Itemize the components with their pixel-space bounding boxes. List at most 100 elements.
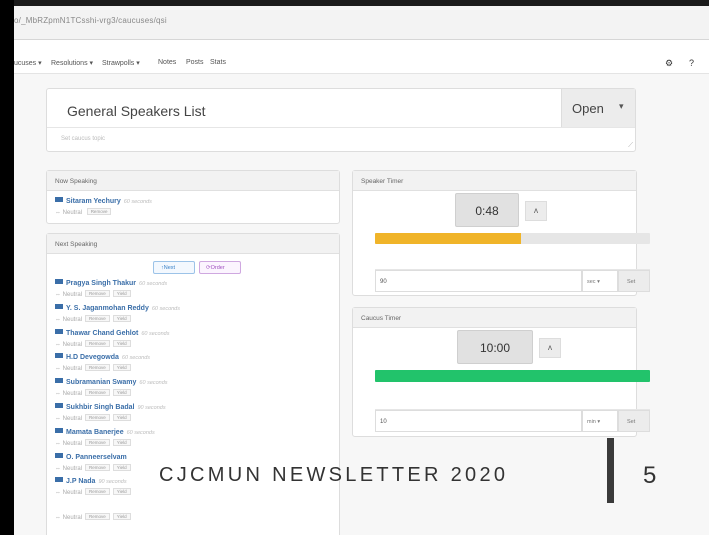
- remove-button[interactable]: Remove: [85, 463, 110, 471]
- divider: [47, 127, 635, 128]
- speaker-duration: 60 seconds: [126, 429, 155, 436]
- newsletter-caption: CJCMUN NEWSLETTER 2020: [159, 464, 509, 486]
- yield-button[interactable]: Yield: [112, 339, 131, 347]
- remove-button[interactable]: Remove: [85, 290, 110, 297]
- duration-input[interactable]: 10: [375, 410, 582, 432]
- yield-button[interactable]: Yield: [112, 314, 131, 322]
- progress-fill: [375, 233, 521, 244]
- speaker-duration: 60 seconds: [123, 199, 152, 205]
- chevron-down-icon: ▾: [619, 101, 624, 111]
- thumb-icon: ⇔: [55, 292, 61, 298]
- remove-button[interactable]: Remove: [85, 389, 110, 397]
- panel-heading: Now Speaking: [47, 171, 339, 191]
- next-speaker-button[interactable]: ↑Next: [153, 261, 195, 274]
- remove-button[interactable]: Remove: [85, 414, 110, 421]
- speaker-entry[interactable]: J.P Nada 90 seconds: [55, 477, 127, 485]
- timer-input-row: 90 sec ▾ Set: [375, 269, 650, 292]
- nav-caucuses[interactable]: ucuses ▾: [14, 59, 42, 67]
- speaker-meta: ⇔ Neutral Remove Yield: [55, 414, 131, 422]
- speaker-entry[interactable]: Pragya Singh Thakur 60 seconds: [55, 279, 167, 287]
- stance-label: Neutral: [62, 515, 83, 522]
- thumb-icon: ⇔: [55, 440, 61, 447]
- speaker-name: Pragya Singh Thakur: [66, 280, 137, 287]
- panel-heading: Speaker Timer: [353, 171, 636, 191]
- speaker-meta: ⇔ Neutral Remove Yield: [55, 513, 131, 521]
- set-button[interactable]: Set: [618, 270, 650, 292]
- topic-input[interactable]: Set caucus topic: [61, 136, 105, 142]
- flag-icon: [55, 378, 63, 384]
- speaker-entry[interactable]: Thawar Chand Gehlot 60 seconds: [55, 328, 169, 337]
- remove-button[interactable]: Remove: [85, 438, 110, 446]
- unit-select[interactable]: min ▾: [582, 410, 618, 432]
- settings-icon[interactable]: ⚙: [665, 58, 673, 69]
- remove-button[interactable]: Remove: [85, 488, 110, 496]
- speakers-list-header: General Speakers List Open ▾ Set caucus …: [46, 88, 636, 152]
- speaker-entry[interactable]: Y. S. Jaganmohan Reddy 60 seconds: [55, 303, 180, 312]
- stance-label: Neutral: [62, 210, 83, 216]
- speaker-meta: ⇔ Neutral Remove Yield: [55, 290, 131, 298]
- timer-toggle-button[interactable]: ʌ: [525, 201, 547, 221]
- nav-stats[interactable]: Stats: [210, 59, 226, 66]
- speaker-name: Subramanian Swamy: [66, 379, 137, 387]
- yield-button[interactable]: Yield: [112, 290, 131, 297]
- speaker-meta: ⇔ Neutral Remove Yield: [55, 314, 131, 323]
- remove-button[interactable]: Remove: [85, 339, 110, 347]
- speaker-timer-panel: Speaker Timer 0:48 ʌ 90 sec ▾ Set: [352, 170, 650, 296]
- speaker-meta: ⇔ Neutral Remove Yield: [55, 364, 131, 372]
- nav-strawpolls[interactable]: Strawpolls ▾: [102, 59, 140, 67]
- timer-display[interactable]: 10:00: [457, 330, 533, 364]
- speaker-entry[interactable]: Sukhbir Singh Badal 90 seconds: [55, 403, 166, 411]
- speaker-entry[interactable]: H.D Devegowda 60 seconds: [55, 353, 150, 361]
- nav-posts[interactable]: Posts: [186, 59, 204, 66]
- current-speaker[interactable]: Sitaram Yechury 60 seconds: [55, 197, 152, 205]
- speaker-meta: ⇔ Neutral Remove Yield: [55, 463, 131, 472]
- status-dropdown[interactable]: Open ▾: [561, 89, 635, 127]
- yield-button[interactable]: Yield: [112, 414, 131, 421]
- speaker-entry[interactable]: Subramanian Swamy 60 seconds: [55, 378, 168, 386]
- stance-label: Neutral: [62, 366, 83, 373]
- yield-button[interactable]: Yield: [112, 364, 131, 372]
- stance-label: Neutral: [62, 341, 83, 348]
- timer-toggle-button[interactable]: ʌ: [539, 338, 561, 358]
- speaker-name: J.P Nada: [66, 478, 96, 486]
- yield-button[interactable]: Yield: [112, 389, 131, 397]
- thumb-icon: ⇔: [55, 316, 61, 323]
- remove-button[interactable]: Remove: [85, 513, 110, 521]
- timer-display[interactable]: 0:48: [455, 193, 519, 227]
- speaker-meta: ⇔ Neutral Remove Yield: [55, 389, 131, 397]
- speaker-meta: ⇔ Neutral Remove: [55, 208, 112, 216]
- page-number: 5: [643, 462, 657, 489]
- browser-window: o/_MbRZpmN1TCsshi-vrg3/caucuses/qsi ucus…: [14, 0, 709, 535]
- nav-notes[interactable]: Notes: [158, 59, 176, 66]
- panel-heading: Next Speaking: [47, 234, 339, 254]
- remove-button[interactable]: Remove: [85, 314, 110, 322]
- remove-button[interactable]: Remove: [85, 364, 110, 372]
- yield-button[interactable]: Yield: [112, 438, 131, 446]
- unit-select[interactable]: sec ▾: [582, 270, 618, 292]
- yield-button[interactable]: Yield: [112, 463, 131, 471]
- help-icon[interactable]: ?: [689, 58, 694, 68]
- caption-divider: [607, 438, 614, 503]
- flag-icon: [55, 427, 63, 433]
- url-text[interactable]: o/_MbRZpmN1TCsshi-vrg3/caucuses/qsi: [14, 16, 167, 25]
- address-bar[interactable]: o/_MbRZpmN1TCsshi-vrg3/caucuses/qsi: [14, 6, 709, 40]
- caucus-timer-progress: [375, 370, 650, 382]
- speaker-entry[interactable]: Mamata Banerjee 60 seconds: [55, 427, 155, 436]
- remove-button[interactable]: Remove: [86, 208, 112, 215]
- flag-icon: [55, 477, 63, 483]
- thumb-icon: ⇔: [55, 341, 61, 348]
- yield-button[interactable]: Yield: [112, 513, 131, 521]
- resize-grip-icon[interactable]: ⟋: [628, 142, 633, 150]
- nav-resolutions[interactable]: Resolutions ▾: [51, 59, 93, 67]
- speaker-entry[interactable]: O. Panneerselvam: [55, 452, 130, 461]
- speaker-duration: 60 seconds: [139, 380, 168, 387]
- thumb-icon: ⇔: [55, 416, 61, 422]
- set-button[interactable]: Set: [618, 410, 650, 432]
- stance-label: Neutral: [62, 440, 83, 447]
- speaker-timer-progress: [375, 233, 650, 244]
- speaker-duration: 90 seconds: [137, 405, 166, 411]
- yield-button[interactable]: Yield: [112, 488, 131, 496]
- order-button[interactable]: ⟳Order: [199, 261, 241, 274]
- duration-input[interactable]: 90: [375, 270, 582, 292]
- thumb-icon: ⇔: [55, 465, 61, 472]
